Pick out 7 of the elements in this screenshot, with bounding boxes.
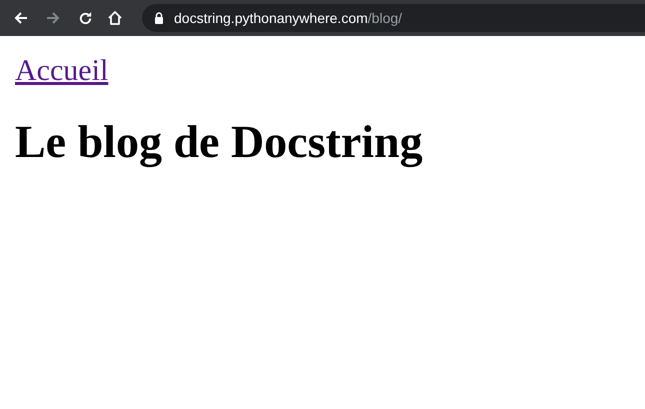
- url-text: docstring.pythonanywhere.com/blog/: [174, 10, 402, 26]
- home-link[interactable]: Accueil: [15, 54, 108, 88]
- home-icon[interactable]: [107, 10, 123, 26]
- page-heading: Le blog de Docstring: [15, 116, 424, 168]
- back-arrow-icon[interactable]: [14, 11, 28, 25]
- address-bar[interactable]: docstring.pythonanywhere.com/blog/: [142, 4, 645, 32]
- reload-icon[interactable]: [78, 10, 92, 26]
